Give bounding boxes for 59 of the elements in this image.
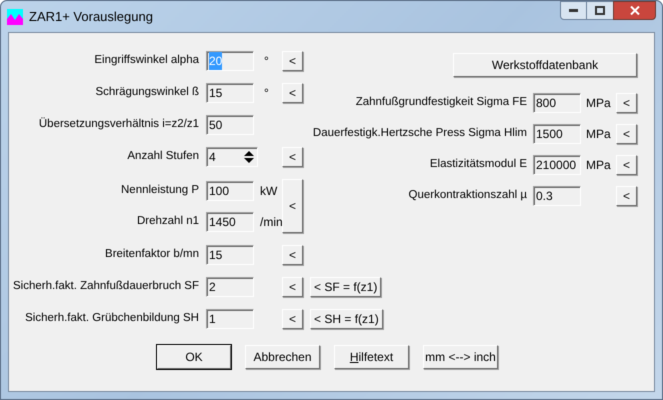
maximize-icon — [595, 6, 605, 15]
arrow-button[interactable]: < — [282, 309, 303, 329]
arrow-button[interactable]: < — [616, 155, 637, 175]
arrow-button[interactable]: < — [282, 179, 303, 233]
window-title: ZAR1+ Vorauslegung — [29, 8, 153, 26]
database-button[interactable]: Werkstoffdatenbank — [453, 53, 637, 77]
unit-label: ° — [264, 54, 269, 68]
arrow-button[interactable]: < — [616, 124, 637, 144]
app-icon — [7, 8, 23, 24]
input-field[interactable]: 1450 — [206, 212, 254, 232]
spin-arrows-icon[interactable] — [242, 149, 256, 165]
unit-label: kW — [260, 184, 278, 198]
field-label: Anzahl Stufen — [126, 149, 199, 164]
arrow-button[interactable]: < — [282, 51, 303, 71]
arrow-button[interactable]: < — [282, 147, 303, 167]
input-field[interactable]: 1 — [206, 309, 254, 329]
field-label: Zahnfußgrundfestigkeit Sigma FE — [356, 95, 527, 110]
unit-label: /min — [260, 214, 283, 228]
unit-label: MPa — [586, 158, 611, 172]
formula-button[interactable]: < SH = f(z1) — [310, 309, 383, 329]
maximize-button[interactable] — [587, 1, 613, 20]
field-label: Drehzahl n1 — [136, 214, 199, 229]
field-label: Übersetzungsverhältnis i=z2/z1 — [38, 116, 199, 132]
input-field[interactable]: 2 — [206, 277, 254, 297]
arrow-button[interactable]: < — [282, 245, 303, 265]
input-field[interactable]: 800 — [533, 93, 581, 113]
dialog-button[interactable]: mm <--> inch — [423, 345, 498, 369]
input-field[interactable]: 15 — [206, 245, 254, 265]
close-icon — [630, 6, 640, 15]
field-label: Schrägungswinkel ß — [94, 85, 199, 100]
field-label: Nennleistung P — [120, 182, 199, 198]
minimize-button[interactable] — [560, 1, 587, 20]
input-field[interactable]: 210000 — [533, 155, 581, 175]
dialog-button[interactable]: OK — [157, 345, 231, 369]
spinner-field[interactable]: 4 — [206, 147, 258, 167]
field-label: Eingriffswinkel alpha — [93, 53, 199, 68]
field-label: Sicherh.fakt. Grübchenbildung SH — [24, 311, 199, 326]
field-label: Breitenfaktor b/mn — [104, 247, 199, 262]
arrow-button[interactable]: < — [616, 93, 637, 113]
field-label: Elastizitätsmodul E — [430, 157, 527, 172]
close-button[interactable] — [613, 1, 656, 20]
input-field[interactable]: 15 — [206, 83, 254, 103]
input-field[interactable]: 0.3 — [533, 186, 581, 206]
minimize-icon — [569, 9, 578, 12]
formula-button[interactable]: < SF = f(z1) — [310, 277, 382, 297]
arrow-button[interactable]: < — [282, 83, 303, 103]
field-label: Dauerfestigk.Hertzsche Press Sigma Hlim — [312, 126, 527, 142]
field-label: Sicherh.fakt. Zahnfußdauerbruch SF — [12, 279, 199, 294]
input-field[interactable]: 50 — [206, 115, 254, 135]
arrow-button[interactable]: < — [616, 186, 637, 206]
dialog-button[interactable]: Abbrechen — [245, 345, 320, 369]
input-field[interactable]: 100 — [206, 180, 254, 200]
field-label: Querkontraktionszahl µ — [408, 188, 527, 204]
dialog-button[interactable]: Hilfetext — [334, 345, 409, 369]
arrow-button[interactable]: < — [282, 277, 303, 297]
unit-label: MPa — [586, 96, 611, 110]
input-field[interactable]: 1500 — [533, 124, 581, 144]
unit-label: ° — [264, 86, 269, 100]
unit-label: MPa — [586, 127, 611, 141]
